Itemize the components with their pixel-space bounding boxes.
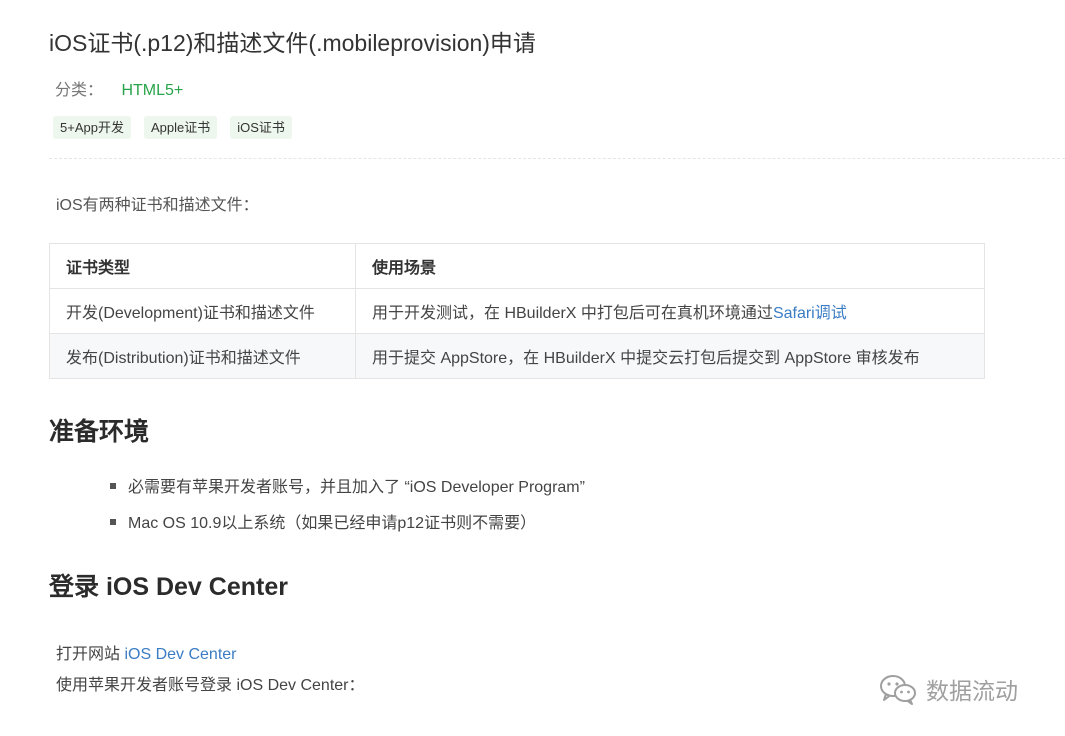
table-row: 发布(Distribution)证书和描述文件 用于提交 AppStore，在 … — [49, 333, 985, 379]
header-usage: 使用场景 — [355, 243, 985, 289]
header-cert-type: 证书类型 — [49, 243, 356, 289]
list-item: Mac OS 10.9以上系统（如果已经申请p12证书则不需要） — [110, 513, 585, 549]
bullet-icon — [110, 518, 116, 525]
cell-usage-text: 用于开发测试，在 HBuilderX 中打包后可在真机环境通过 — [372, 305, 773, 322]
requirements-list: 必需要有苹果开发者账号，并且加入了 “iOS Developer Program… — [110, 477, 585, 549]
cell-usage-text: 用于提交 AppStore，在 HBuilderX 中提交云打包后提交到 App… — [372, 350, 920, 367]
tag-list: 5+App开发 Apple证书 iOS证书 — [53, 116, 292, 139]
tag-ios-cert[interactable]: iOS证书 — [230, 116, 292, 139]
divider — [49, 158, 1065, 159]
open-site-text: 打开网站 — [56, 646, 125, 663]
wechat-icon — [880, 675, 916, 705]
table-row: 开发(Development)证书和描述文件 用于开发测试，在 HBuilder… — [49, 288, 985, 334]
category: 分类： HTML5+ — [55, 76, 183, 100]
section-heading-environment: 准备环境 — [49, 418, 150, 446]
list-item: 必需要有苹果开发者账号，并且加入了 “iOS Developer Program… — [110, 477, 585, 513]
cell-cert-type: 开发(Development)证书和描述文件 — [49, 288, 356, 334]
category-link[interactable]: HTML5+ — [121, 82, 183, 99]
watermark: 数据流动 — [878, 672, 1018, 706]
section-heading-login: 登录 iOS Dev Center — [49, 573, 288, 601]
list-item-text: Mac OS 10.9以上系统（如果已经申请p12证书则不需要） — [128, 515, 537, 532]
tag-5plus-app[interactable]: 5+App开发 — [53, 116, 131, 139]
watermark-text: 数据流动 — [926, 678, 1018, 704]
cell-cert-type: 发布(Distribution)证书和描述文件 — [49, 333, 356, 379]
page-title: iOS证书(.p12)和描述文件(.mobileprovision)申请 — [49, 30, 536, 56]
bullet-icon — [110, 482, 116, 489]
cert-table: 证书类型 使用场景 开发(Development)证书和描述文件 用于开发测试，… — [49, 243, 985, 379]
category-label: 分类： — [55, 82, 104, 99]
safari-debug-link[interactable]: Safari调试 — [773, 305, 847, 322]
tag-apple-cert[interactable]: Apple证书 — [143, 116, 218, 139]
intro-text: iOS有两种证书和描述文件： — [56, 197, 259, 214]
login-paragraph: 使用苹果开发者账号登录 iOS Dev Center： — [56, 677, 365, 694]
table-header-row: 证书类型 使用场景 — [49, 243, 985, 289]
cell-usage: 用于开发测试，在 HBuilderX 中打包后可在真机环境通过Safari调试 — [355, 288, 985, 334]
ios-dev-center-link[interactable]: iOS Dev Center — [124, 646, 236, 663]
list-item-text: 必需要有苹果开发者账号，并且加入了 “iOS Developer Program… — [128, 479, 585, 496]
cell-usage: 用于提交 AppStore，在 HBuilderX 中提交云打包后提交到 App… — [355, 333, 985, 379]
open-site-paragraph: 打开网站 iOS Dev Center — [56, 640, 237, 664]
